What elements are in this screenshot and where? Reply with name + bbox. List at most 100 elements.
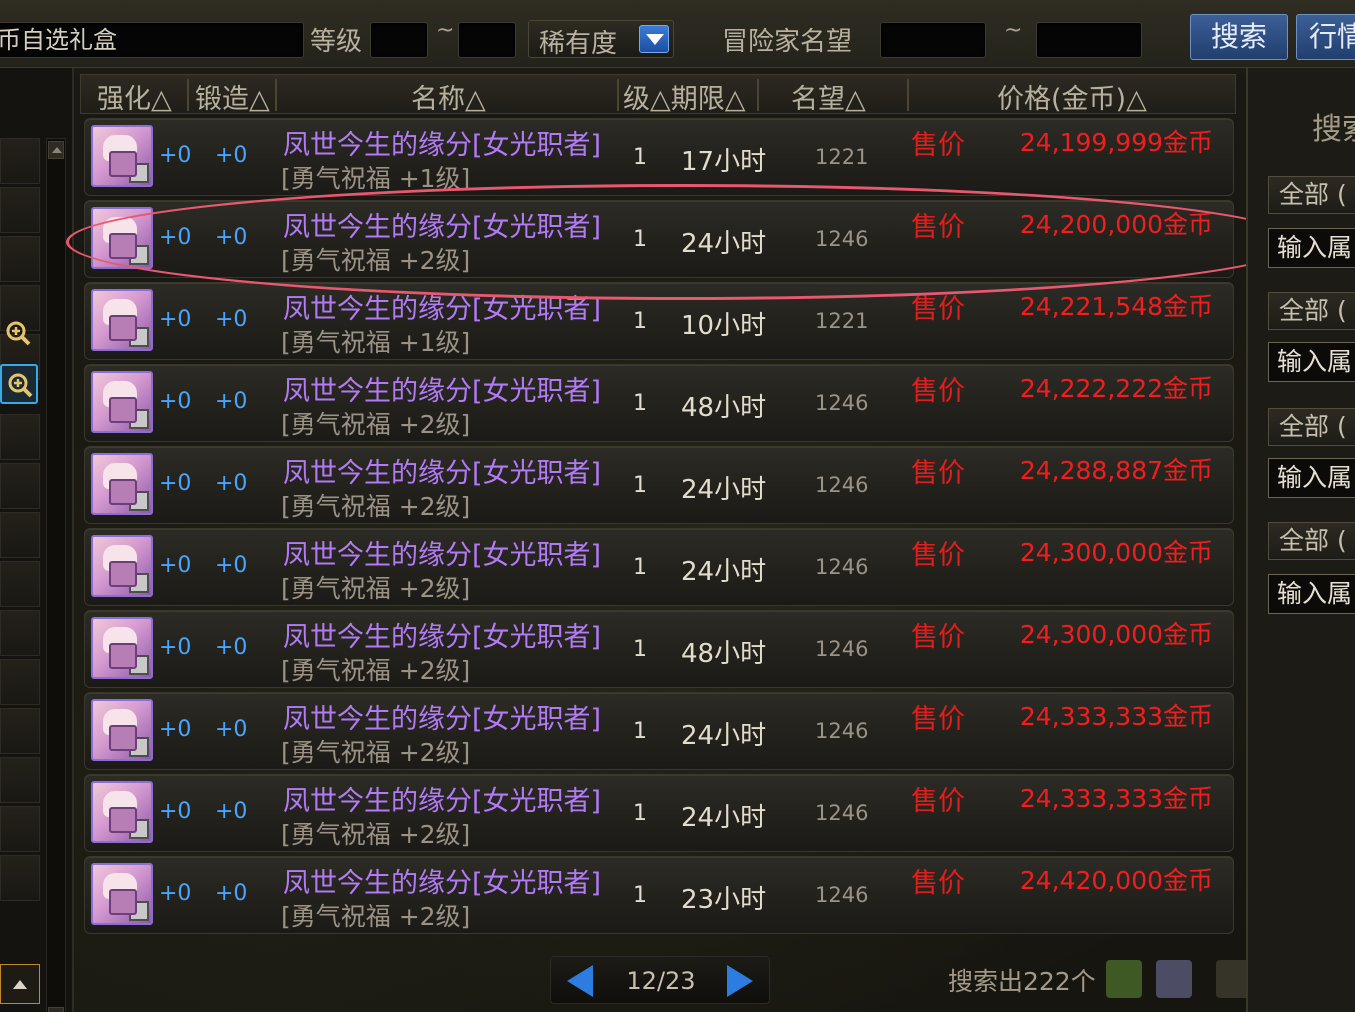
category-sidebar — [0, 68, 74, 1012]
auction-results-table: 强化△ 锻造△ 名称△ 级△期限△ 名望△ 价格(金币)△ +0 +0 凤世今生的缘… — [80, 74, 1240, 944]
item-icon[interactable] — [91, 535, 153, 597]
item-expire: 10小时 — [681, 311, 767, 341]
sale-label: 售价 — [911, 376, 965, 407]
category-item[interactable] — [0, 659, 40, 705]
item-icon[interactable] — [91, 617, 153, 679]
item-name[interactable]: 凤世今生的缘分[女光职者] — [283, 451, 601, 490]
scroll-up-icon[interactable] — [48, 141, 64, 159]
sale-label: 售价 — [911, 540, 965, 571]
table-row[interactable]: +0 +0 凤世今生的缘分[女光职者] [勇气祝福 +2级] 1 24小时 1246 售价 24… — [84, 446, 1234, 524]
table-row[interactable]: +0 +0 凤世今生的缘分[女光职者] [勇气祝福 +2级] 1 23小时 1246 售价 24… — [84, 856, 1234, 934]
table-row[interactable]: +0 +0 凤世今生的缘分[女光职者] [勇气祝福 +1级] 1 17小时 1221 售价 24… — [84, 118, 1234, 196]
fame-min-field[interactable] — [880, 22, 986, 58]
category-item[interactable] — [0, 236, 40, 282]
attribute-input[interactable]: 输入属 — [1268, 342, 1355, 382]
item-name[interactable]: 凤世今生的缘分[女光职者] — [283, 287, 601, 326]
fame-range-sep: ~ — [1004, 18, 1023, 43]
market-button[interactable]: 行情 — [1296, 14, 1355, 60]
scroll-down-icon[interactable] — [48, 1007, 64, 1012]
item-name[interactable]: 凤世今生的缘分[女光职者] — [283, 533, 601, 572]
item-fame: 1221 — [815, 309, 869, 333]
enhance-value: +0 — [159, 553, 192, 578]
item-icon[interactable] — [91, 781, 153, 843]
category-item[interactable] — [0, 561, 40, 607]
item-icon[interactable] — [91, 289, 153, 351]
item-price: 24,200,000金币 — [1019, 210, 1213, 239]
item-price: 24,222,222金币 — [1019, 374, 1213, 403]
item-expire: 48小时 — [681, 393, 767, 423]
attribute-select[interactable]: 全部 ( — [1268, 176, 1355, 214]
rarity-dropdown[interactable]: 稀有度 — [528, 20, 674, 59]
item-expire: 24小时 — [681, 721, 767, 751]
search-button[interactable]: 搜索 — [1190, 14, 1288, 60]
table-row[interactable]: +0 +0 凤世今生的缘分[女光职者] [勇气祝福 +2级] 1 24小时 1246 售价 24… — [84, 528, 1234, 606]
item-name[interactable]: 凤世今生的缘分[女光职者] — [283, 697, 601, 736]
attribute-select[interactable]: 全部 ( — [1268, 522, 1355, 560]
calendar-icon[interactable] — [1106, 960, 1142, 998]
header-forge[interactable]: 锻造△ — [195, 77, 270, 116]
item-level: 1 — [633, 473, 647, 498]
sale-label: 售价 — [911, 130, 965, 161]
item-icon-corner — [129, 245, 149, 265]
category-item[interactable] — [0, 512, 40, 558]
table-row[interactable]: +0 +0 凤世今生的缘分[女光职者] [勇气祝福 +1级] 1 10小时 1221 售价 24… — [84, 282, 1234, 360]
item-icon[interactable] — [91, 453, 153, 515]
category-item[interactable] — [0, 414, 40, 460]
zoom-in-icon[interactable] — [0, 314, 38, 354]
item-name-field[interactable]: 币自选礼盒 — [0, 22, 304, 58]
item-icon[interactable] — [91, 125, 153, 187]
zoom-in-icon[interactable] — [0, 364, 38, 404]
category-item[interactable] — [0, 806, 40, 852]
dropdown-arrow-icon[interactable] — [639, 25, 669, 53]
category-item[interactable] — [0, 138, 40, 184]
item-subtitle: [勇气祝福 +2级] — [281, 656, 471, 685]
attribute-input[interactable]: 输入属 — [1268, 228, 1355, 268]
category-item[interactable] — [0, 610, 40, 656]
item-icon[interactable] — [91, 699, 153, 761]
item-name[interactable]: 凤世今生的缘分[女光职者] — [283, 779, 601, 818]
item-fame: 1246 — [815, 555, 869, 579]
level-min-field[interactable] — [370, 22, 428, 58]
item-fame: 1246 — [815, 883, 869, 907]
item-name[interactable]: 凤世今生的缘分[女光职者] — [283, 205, 601, 244]
item-icon[interactable] — [91, 371, 153, 433]
item-expire: 24小时 — [681, 229, 767, 259]
header-name[interactable]: 名称△ — [411, 77, 486, 116]
header-price[interactable]: 价格(金币)△ — [997, 77, 1147, 116]
item-subtitle: [勇气祝福 +2级] — [281, 820, 471, 849]
pet-icon[interactable] — [1156, 960, 1192, 998]
collapse-up-button[interactable] — [0, 964, 40, 1004]
enhance-value: +0 — [159, 881, 192, 906]
item-name[interactable]: 凤世今生的缘分[女光职者] — [283, 123, 601, 162]
category-item[interactable] — [0, 463, 40, 509]
header-level-expire[interactable]: 级△期限△ — [623, 77, 746, 116]
table-row[interactable]: +0 +0 凤世今生的缘分[女光职者] [勇气祝福 +2级] 1 48小时 1246 售价 24… — [84, 364, 1234, 442]
attribute-select[interactable]: 全部 ( — [1268, 408, 1355, 446]
item-name[interactable]: 凤世今生的缘分[女光职者] — [283, 369, 601, 408]
sale-label: 售价 — [911, 212, 965, 243]
header-divider — [757, 79, 759, 111]
header-enhance[interactable]: 强化△ — [97, 77, 172, 116]
enhance-value: +0 — [159, 635, 192, 660]
header-fame[interactable]: 名望△ — [791, 77, 866, 116]
table-row[interactable]: +0 +0 凤世今生的缘分[女光职者] [勇气祝福 +2级] 1 24小时 1246 售价 24… — [84, 200, 1234, 278]
next-page-icon[interactable] — [727, 965, 753, 997]
level-max-field[interactable] — [458, 22, 516, 58]
table-row[interactable]: +0 +0 凤世今生的缘分[女光职者] [勇气祝福 +2级] 1 24小时 1246 售价 24… — [84, 692, 1234, 770]
attribute-input[interactable]: 输入属 — [1268, 458, 1355, 498]
category-item[interactable] — [0, 855, 40, 901]
item-name[interactable]: 凤世今生的缘分[女光职者] — [283, 615, 601, 654]
item-icon[interactable] — [91, 863, 153, 925]
table-row[interactable]: +0 +0 凤世今生的缘分[女光职者] [勇气祝福 +2级] 1 24小时 1246 售价 24… — [84, 774, 1234, 852]
fame-max-field[interactable] — [1036, 22, 1142, 58]
attribute-select[interactable]: 全部 ( — [1268, 292, 1355, 330]
attribute-input[interactable]: 输入属 — [1268, 574, 1355, 614]
item-name[interactable]: 凤世今生的缘分[女光职者] — [283, 861, 601, 900]
category-item[interactable] — [0, 708, 40, 754]
category-item[interactable] — [0, 757, 40, 803]
table-row[interactable]: +0 +0 凤世今生的缘分[女光职者] [勇气祝福 +2级] 1 48小时 1246 售价 24… — [84, 610, 1234, 688]
sidebar-scrollbar[interactable] — [46, 138, 66, 1012]
category-item[interactable] — [0, 187, 40, 233]
item-expire: 23小时 — [681, 885, 767, 915]
item-icon[interactable] — [91, 207, 153, 269]
